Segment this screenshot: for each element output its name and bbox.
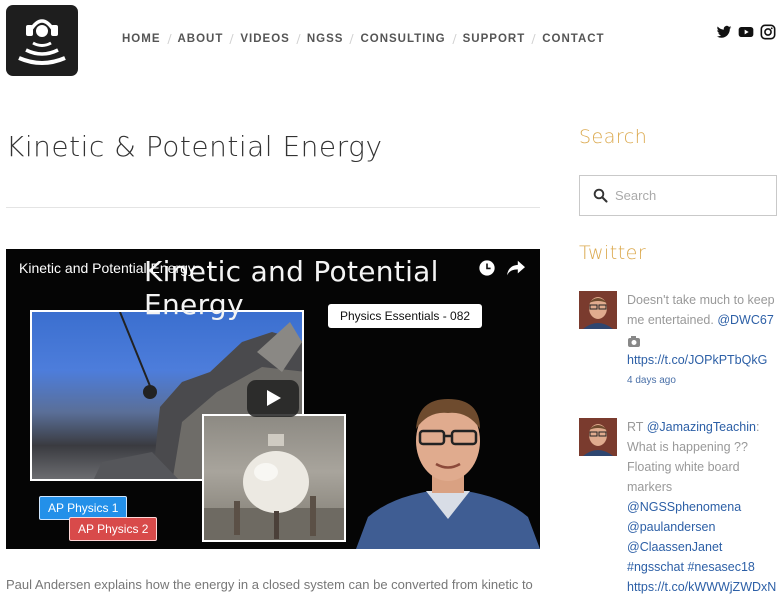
tweet-avatar[interactable] xyxy=(579,291,617,329)
headphones-logo-icon xyxy=(18,19,66,65)
nav-separator xyxy=(349,34,355,44)
tweet-mention[interactable]: @paulandersen xyxy=(627,520,715,534)
tweet-time[interactable]: 4 days ago xyxy=(627,375,676,386)
tweet-text: Doesn't take much to keep me entertained… xyxy=(627,290,781,370)
twitter-heading: Twitter xyxy=(579,242,647,264)
video-description: Paul Andersen explains how the energy in… xyxy=(6,577,533,592)
page-title: Kinetic & Potential Energy xyxy=(6,130,383,163)
search-input[interactable] xyxy=(615,176,773,215)
tweet-hashtag[interactable]: #ngsschat xyxy=(627,560,684,574)
search-box xyxy=(579,175,777,216)
title-divider xyxy=(6,207,540,208)
site-logo[interactable] xyxy=(6,5,78,76)
nav-separator xyxy=(452,34,457,44)
nav-support[interactable]: SUPPORT xyxy=(463,33,526,45)
search-icon xyxy=(593,188,608,203)
main-nav: HOME ABOUT VIDEOS NGSS CONSULTING SUPPOR… xyxy=(122,33,605,45)
presenter-image xyxy=(356,389,540,549)
watch-later-icon[interactable] xyxy=(478,259,496,277)
tweet-mention[interactable]: @DWC67 xyxy=(717,313,773,327)
nav-separator xyxy=(229,34,235,44)
tweet-text: RT @JamazingTeachin: What is happening ?… xyxy=(627,417,781,597)
tweet-mention[interactable]: @NGSSphenomena xyxy=(627,500,741,514)
twitter-icon[interactable] xyxy=(716,24,732,40)
tweet-avatar[interactable] xyxy=(579,418,617,456)
tweet-prefix: RT xyxy=(627,420,647,434)
wrecking-ball-image xyxy=(202,414,346,542)
nav-separator xyxy=(166,34,172,44)
youtube-icon[interactable] xyxy=(738,24,754,40)
tweet-mention[interactable]: @ClaassenJanet xyxy=(627,540,722,554)
share-icon[interactable] xyxy=(506,259,526,277)
search-heading: Search xyxy=(579,126,648,148)
nav-videos[interactable]: VIDEOS xyxy=(240,33,289,45)
tweet-mention[interactable]: @JamazingTeachin xyxy=(647,420,756,434)
video-series-label: Physics Essentials - 082 xyxy=(328,304,483,328)
nav-separator xyxy=(531,34,536,44)
instagram-icon[interactable] xyxy=(760,24,776,40)
video-player[interactable]: Kinetic and Potential Energy Kinetic and… xyxy=(6,249,540,549)
tweet-link[interactable]: https://t.co/JOPkPTbQkG xyxy=(627,353,767,367)
tag-ap-physics-2: AP Physics 2 xyxy=(69,517,158,541)
video-title[interactable]: Kinetic and Potential Energy xyxy=(19,260,195,276)
nav-consulting[interactable]: CONSULTING xyxy=(360,33,445,45)
social-links xyxy=(716,24,776,40)
image-icon xyxy=(627,334,641,348)
play-button[interactable] xyxy=(247,380,299,417)
nav-home[interactable]: HOME xyxy=(122,33,161,45)
nav-ngss[interactable]: NGSS xyxy=(307,33,344,45)
tweet-link[interactable]: https://t.co/kWWWjZWDxN xyxy=(627,580,776,594)
nav-about[interactable]: ABOUT xyxy=(178,33,224,45)
nav-contact[interactable]: CONTACT xyxy=(542,33,604,45)
nav-separator xyxy=(296,34,301,44)
tweet-hashtag[interactable]: #nesasec18 xyxy=(687,560,754,574)
